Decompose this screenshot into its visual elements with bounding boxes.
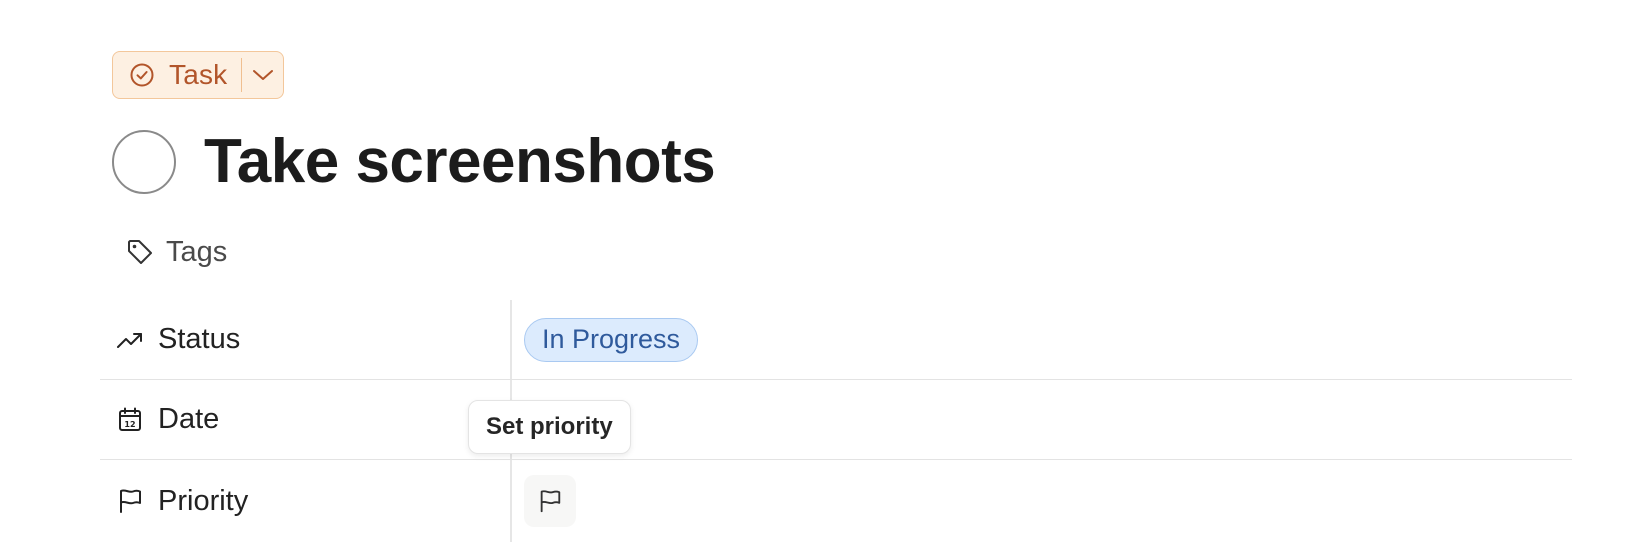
flag-icon [540,490,561,513]
task-type-label: Task [169,59,228,90]
properties-table: Status In Progress 12 Date Priority [100,300,1572,542]
property-row-status: Status In Progress [100,300,1572,380]
column-divider [510,300,512,379]
task-type-dropdown-button[interactable] [242,52,283,98]
trending-up-icon [116,326,144,354]
tag-icon [126,238,154,266]
property-value-date[interactable] [524,380,1564,459]
tags-label: Tags [166,235,228,268]
property-label: Priority [158,484,249,517]
property-row-date: 12 Date [100,380,1572,460]
property-label: Status [158,323,241,355]
property-name-date[interactable]: 12 Date [116,380,219,459]
property-name-status[interactable]: Status [116,300,240,379]
task-type-button[interactable]: Task [113,52,241,98]
set-priority-button[interactable] [524,475,576,527]
property-label: Date [158,403,220,435]
chevron-down-icon [252,70,273,80]
set-priority-tooltip: Set priority [468,400,631,454]
task-title[interactable]: Take screenshots [204,125,716,199]
status-badge[interactable]: In Progress [524,317,699,362]
calendar-icon: 12 [116,406,144,434]
task-type-selector: Task [112,51,284,99]
task-complete-checkbox[interactable] [112,130,176,194]
property-value-status: In Progress [524,300,699,379]
flag-icon [116,487,144,515]
svg-text:12: 12 [124,420,135,429]
check-circle-icon [129,62,155,88]
tags-button[interactable]: Tags [126,232,227,272]
